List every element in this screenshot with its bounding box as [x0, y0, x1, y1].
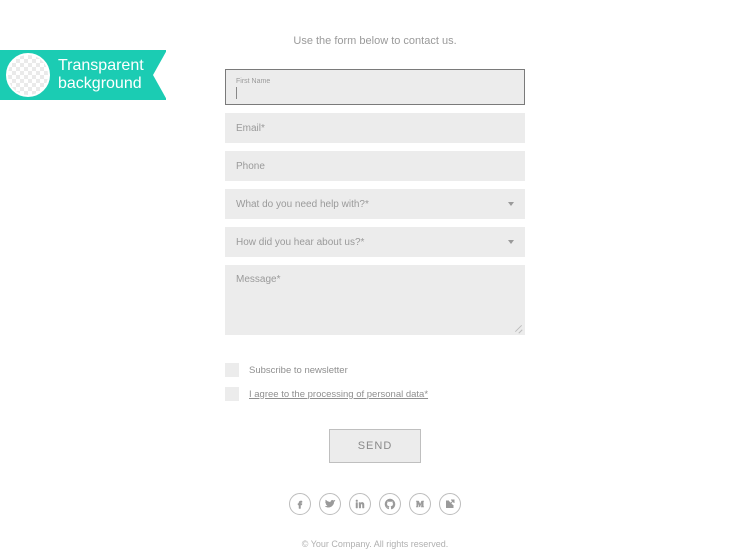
external-link-icon: [444, 498, 456, 510]
badge-line2: background: [58, 75, 144, 93]
hear-about-select[interactable]: How did you hear about us?*: [225, 227, 525, 257]
newsletter-row[interactable]: Subscribe to newsletter: [225, 363, 525, 377]
contact-form: First Name Email* Phone What do you need…: [225, 69, 525, 335]
help-select[interactable]: What do you need help with?*: [225, 189, 525, 219]
first-name-field[interactable]: First Name: [225, 69, 525, 105]
checkbox-group: Subscribe to newsletter I agree to the p…: [225, 363, 525, 401]
send-button[interactable]: SEND: [329, 429, 422, 463]
help-placeholder: What do you need help with?*: [236, 199, 369, 210]
hear-about-placeholder: How did you hear about us?*: [236, 237, 364, 248]
form-actions: SEND: [225, 429, 525, 463]
chevron-down-icon: [508, 202, 514, 206]
transparent-badge: Transparent background: [0, 50, 166, 100]
contact-page: Use the form below to contact us. First …: [225, 0, 525, 549]
message-placeholder: Message*: [236, 274, 280, 285]
badge-text: Transparent background: [58, 57, 144, 92]
email-placeholder: Email*: [236, 123, 265, 134]
privacy-row[interactable]: I agree to the processing of personal da…: [225, 387, 525, 401]
intro-text: Use the form below to contact us.: [225, 35, 525, 47]
copyright: © Your Company. All rights reserved.: [225, 539, 525, 549]
text-caret-icon: [236, 87, 237, 99]
linkedin-link[interactable]: [349, 493, 371, 515]
facebook-icon: [294, 498, 306, 510]
phone-field[interactable]: Phone: [225, 151, 525, 181]
github-link[interactable]: [379, 493, 401, 515]
first-name-label: First Name: [236, 78, 270, 85]
github-icon: [384, 498, 396, 510]
transparency-checker-icon: [6, 53, 50, 97]
resize-handle-icon[interactable]: [514, 324, 522, 332]
badge-line1: Transparent: [58, 57, 144, 75]
social-links: [225, 493, 525, 515]
newsletter-label: Subscribe to newsletter: [249, 365, 348, 376]
chevron-down-icon: [508, 240, 514, 244]
facebook-link[interactable]: [289, 493, 311, 515]
privacy-label[interactable]: I agree to the processing of personal da…: [249, 389, 428, 400]
newsletter-checkbox[interactable]: [225, 363, 239, 377]
medium-link[interactable]: [409, 493, 431, 515]
twitter-link[interactable]: [319, 493, 341, 515]
privacy-checkbox[interactable]: [225, 387, 239, 401]
phone-placeholder: Phone: [236, 161, 265, 172]
share-link[interactable]: [439, 493, 461, 515]
linkedin-icon: [354, 498, 366, 510]
medium-icon: [414, 498, 426, 510]
message-field[interactable]: Message*: [225, 265, 525, 335]
twitter-icon: [324, 498, 336, 510]
email-field[interactable]: Email*: [225, 113, 525, 143]
